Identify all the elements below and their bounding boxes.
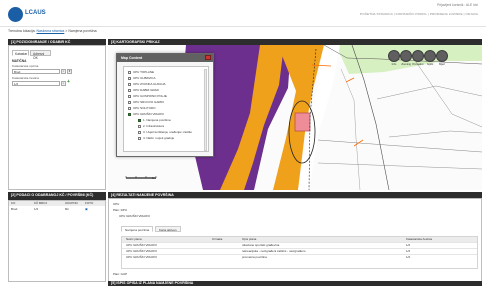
close-icon[interactable] bbox=[205, 55, 211, 60]
tab-katastar[interactable]: Katastar bbox=[12, 50, 29, 56]
zoom-icon[interactable] bbox=[400, 50, 412, 62]
tree-item-gup[interactable]: Plan: GUP bbox=[113, 272, 127, 276]
column-header: UKUPNO bbox=[65, 201, 78, 205]
layer-item[interactable]: UPU TOPLANE bbox=[128, 70, 154, 74]
field1-label: Katastarska općina bbox=[12, 64, 39, 68]
layer-item[interactable]: UPU GUBAVICA bbox=[128, 76, 155, 80]
layer-item[interactable]: UPU ZVONKA GUDUJA bbox=[128, 82, 166, 86]
field2-label: Katastarska čestica bbox=[12, 76, 39, 80]
table-cell: UPU GRUŠKI VRHOVI bbox=[126, 249, 158, 253]
column-header: KO bbox=[11, 201, 16, 205]
tab-adresni[interactable]: Adresni OK bbox=[30, 50, 51, 60]
info-icon[interactable] bbox=[388, 50, 400, 62]
camera-icon[interactable]: ▣ bbox=[85, 207, 88, 211]
nav-logout[interactable]: ODJAVA bbox=[465, 12, 478, 16]
table-cell: UPU GRUŠKI VRHOVI bbox=[126, 255, 158, 259]
logo-mark bbox=[8, 7, 23, 22]
layer-item[interactable]: 3. Uvjeti korištenja, uređenja i zaštite bbox=[138, 130, 192, 134]
table-cell: UPU GRUŠKI VRHOVI bbox=[126, 243, 158, 247]
column-header: FOTO bbox=[85, 201, 94, 205]
footer-panel-title: [5] ISPIS OPISA IZ PLANA NAMJENE POVRŠIN… bbox=[108, 281, 482, 286]
layer-list: UPU TOPLANE UPU GUBAVICA UPU ZVONKA GUDU… bbox=[123, 66, 209, 152]
table-cell: otkazane sportski građevina bbox=[242, 243, 280, 247]
logo-text: LCAUS bbox=[25, 10, 46, 16]
layer-item[interactable]: UPU SOLITUDO bbox=[128, 106, 156, 110]
left-bottom-title: [2] PODACI O ODABRANOJ KČ / POVRŠINI (KČ… bbox=[8, 192, 106, 200]
layer-window: Map Content UPU TOPLANE UPU GUBAVICA UPU… bbox=[116, 53, 214, 157]
layer-item[interactable]: 1. Namjena površina bbox=[138, 118, 171, 122]
pan-icon[interactable] bbox=[412, 50, 424, 62]
breadcrumb-link[interactable]: Naslovna stranica bbox=[36, 29, 64, 33]
top-bar: LCAUS Prijavljeni korisnik : ALE Ivić PO… bbox=[0, 0, 486, 27]
tab-karta[interactable]: Karta aktivan bbox=[155, 226, 181, 232]
table-cell: 1/2 bbox=[34, 207, 39, 211]
tree-item-upu[interactable]: UPU bbox=[113, 202, 119, 206]
results-table: Naziv plana Oznaka Opis plana Katastarsk… bbox=[121, 236, 478, 269]
parcel-input[interactable]: 1/2 bbox=[12, 81, 60, 86]
scale-label: 0m bbox=[152, 176, 156, 180]
breadcrumb-current: Namjena površina bbox=[68, 29, 97, 33]
layer-item[interactable]: UPU GRUŠKI VRHOVI bbox=[128, 112, 164, 116]
table-row[interactable]: UPU GRUŠKI VRHOVI prometna površina 1/2 bbox=[122, 255, 477, 260]
column-header: Naziv plana bbox=[126, 237, 142, 241]
print-icon[interactable] bbox=[424, 50, 436, 62]
tab-namjena[interactable]: Namjena površina bbox=[121, 226, 154, 232]
add-icon[interactable]: + bbox=[67, 80, 72, 85]
dropdown-icon[interactable]: ▾ bbox=[67, 69, 72, 74]
column-header: Katastarska čestica bbox=[406, 237, 433, 241]
nav-profile[interactable]: KORISNIČKI PROFIL bbox=[396, 12, 428, 16]
column-header: KČ BROJ bbox=[34, 201, 48, 205]
nav-password[interactable]: PROMJENA LOZINKE bbox=[430, 12, 463, 16]
layer-item[interactable]: 4. Način i uvjeti gradnje bbox=[138, 136, 174, 140]
column-header: Opis plana bbox=[242, 237, 257, 241]
breadcrumb-prefix: Trenutna lokacija: bbox=[8, 29, 36, 33]
user-info: Prijavljeni korisnik : ALE Ivić bbox=[437, 3, 478, 7]
table-cell: 8m bbox=[65, 207, 70, 211]
table-row[interactable]: Brod 1/2 8m ▣ bbox=[9, 207, 105, 212]
tree-item-plan[interactable]: Plan: DPU bbox=[113, 208, 127, 212]
layer-item[interactable]: UPU GOSPOINO POLJE bbox=[128, 94, 167, 98]
table-cell: Brod bbox=[11, 207, 18, 211]
logo: LCAUS bbox=[8, 7, 62, 25]
parcel-table-header: KO KČ BROJ UKUPNO FOTO bbox=[9, 201, 105, 206]
layer-scrollbar[interactable] bbox=[204, 69, 207, 151]
search-icon[interactable]: ⌕ bbox=[61, 81, 66, 86]
column-header: Oznaka bbox=[212, 237, 223, 241]
nav-home[interactable]: POČETNA STRANICA bbox=[360, 12, 393, 16]
tree-item-upu-gruski[interactable]: UPU GRUŠKI VRHOVI bbox=[119, 214, 150, 218]
toolbar-label: Mjeri bbox=[438, 62, 446, 66]
table-cell: 1/2 bbox=[406, 249, 411, 253]
left-bottom-panel bbox=[8, 200, 106, 282]
table-cell: rekreacijska - neizgrađeni zaštitni - ne… bbox=[242, 249, 306, 253]
table-cell: 1/2 bbox=[406, 243, 411, 247]
search-icon[interactable]: ⌕ bbox=[61, 69, 66, 74]
top-nav: POČETNA STRANICA | KORISNIČKI PROFIL | P… bbox=[360, 12, 478, 16]
layer-item[interactable]: UPU DABRI GRAD bbox=[128, 88, 159, 92]
section-label: MATIČNA bbox=[12, 59, 27, 63]
layer-window-title: Map Content bbox=[117, 54, 213, 62]
layer-item[interactable]: 2. Infrastruktura bbox=[138, 124, 164, 128]
measure-icon[interactable] bbox=[436, 50, 448, 62]
breadcrumb: Trenutna lokacija: Naslovna stranica > N… bbox=[8, 29, 97, 33]
table-cell: 1/2 bbox=[406, 255, 411, 259]
table-cell: prometna površina bbox=[242, 255, 267, 259]
layer-item[interactable]: UPU SRCOVO GARIFI bbox=[128, 100, 164, 104]
cadastral-municipality-select[interactable]: Brod bbox=[12, 69, 60, 74]
